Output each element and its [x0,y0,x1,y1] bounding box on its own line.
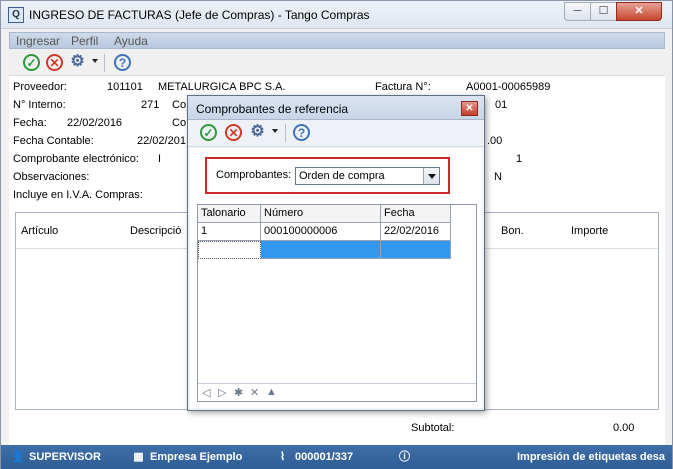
status-user: SUPERVISOR [29,451,101,463]
nav-prev-icon[interactable]: ◁ [202,386,210,399]
menu-ayuda[interactable]: Ayuda [114,34,148,48]
user-icon: 👤 [11,451,25,463]
fecha-label: Fecha: [13,117,47,129]
grid-new-row-numero[interactable] [261,241,381,259]
dialog-body: Comprobantes: Talonario Número Fecha 1 0… [190,148,482,408]
col-articulo: Artículo [21,225,59,237]
fecha-contable-label: Fecha Contable: [13,135,94,147]
toolbar-separator [104,54,105,72]
subtotal-label: Subtotal: [411,422,455,434]
ok-icon[interactable]: ✓ [23,54,40,71]
proveedor-name: METALURGICA BPC S.A. [158,81,286,93]
attachment-icon: ⌇ [279,451,286,463]
help-icon[interactable]: ? [114,54,131,71]
comprobantes-select[interactable]: Orden de compra [295,167,440,185]
partial-value-1: 01 [495,99,508,111]
dialog-help-icon[interactable]: ? [293,124,310,141]
menu-ingresar[interactable]: Ingresar [16,34,60,48]
grid-header-numero: Número [261,205,381,223]
grid-navigator: ◁ ▷ ✱ ✕ ▲ [198,383,476,401]
grid-cell-numero[interactable]: 000100000006 [261,223,381,241]
nav-next-icon[interactable]: ▷ [218,386,226,399]
main-toolbar: ✓ ✕ ⚙ ? [9,51,665,75]
col-descripcion: Descripció [130,225,182,237]
reference-grid[interactable]: Talonario Número Fecha 1 000100000006 22… [197,204,477,402]
fecha-contable-value: 22/02/201 [137,135,186,147]
observaciones-label: Observaciones: [13,171,90,183]
col-bon: Bon. [501,225,524,237]
subtotal-value: 0.00 [613,422,635,434]
status-counter: 000001/337 [295,451,354,463]
grid-new-row-fecha[interactable] [381,241,451,259]
factura-label: Factura N°: [375,81,431,93]
grid-header-fecha: Fecha [381,205,451,223]
nav-insert-icon[interactable]: ✱ [234,386,243,399]
company-icon: ▦ [133,451,144,463]
dialog-toolbar: ✓ ✕ ⚙ ? [188,121,484,147]
comprobante-electronico-value: I [158,153,162,165]
title-bar: Q INGRESO DE FACTURAS (Jefe de Compras) … [1,1,672,29]
dialog-title: Comprobantes de referencia [196,102,349,116]
minimize-button[interactable]: ─ [564,2,591,21]
menu-perfil[interactable]: Perfil [71,34,98,48]
factura-value: A0001-00065989 [466,81,551,93]
iva-label: Incluye en I.V.A. Compras: [13,189,143,201]
cancel-icon[interactable]: ✕ [46,54,63,71]
close-button[interactable]: ✕ [616,2,662,21]
maximize-button[interactable]: ☐ [590,2,617,21]
info-icon: ⓘ [399,451,410,463]
dialog-cancel-icon[interactable]: ✕ [225,124,242,141]
dialog-ok-icon[interactable]: ✓ [200,124,217,141]
grid-header-talonario: Talonario [198,205,261,223]
menu-bar: Ingresar Perfil Ayuda [9,32,665,49]
partial-value-3: 1 [516,153,523,165]
chevron-down-icon[interactable] [92,59,98,63]
fecha-right-label: Co [172,117,187,129]
interno-right-label: Co [172,99,187,111]
chevron-down-icon[interactable] [423,168,439,184]
nav-up-icon[interactable]: ▲ [266,386,277,398]
comprobantes-dialog: Comprobantes de referencia ✕ ✓ ✕ ⚙ ? Com… [187,95,485,411]
dialog-toolbar-separator [285,124,286,142]
status-company: Empresa Ejemplo [150,451,243,463]
window-title: INGRESO DE FACTURAS (Jefe de Compras) - … [29,8,370,22]
gear-icon[interactable]: ⚙ [69,54,86,71]
interno-label: N° Interno: [13,99,66,111]
partial-value-4: N [494,171,502,183]
status-bar: 👤 SUPERVISOR ▦ Empresa Ejemplo ⌇ 000001/… [1,445,672,469]
dialog-chevron-down-icon[interactable] [272,129,278,133]
status-message: Impresión de etiquetas desa [517,451,665,463]
dialog-close-button[interactable]: ✕ [461,101,478,116]
nav-delete-icon[interactable]: ✕ [250,386,259,399]
dialog-title-bar: Comprobantes de referencia ✕ [188,96,484,120]
comprobantes-select-value: Orden de compra [299,170,385,182]
comprobante-electronico-label: Comprobante electrónico: [13,153,139,165]
grid-cell-fecha[interactable]: 22/02/2016 [381,223,451,241]
col-importe: Importe [571,225,609,237]
interno-value: 271 [141,99,160,111]
proveedor-label: Proveedor: [13,81,67,93]
dialog-gear-icon[interactable]: ⚙ [249,124,266,141]
fecha-value: 22/02/2016 [67,117,123,129]
proveedor-code: 101101 [107,81,143,93]
comprobantes-label: Comprobantes: [216,169,292,181]
grid-cell-talonario[interactable]: 1 [198,223,261,241]
partial-value-2: .00 [487,135,503,147]
grid-new-row-talonario[interactable] [198,241,261,259]
app-icon: Q [8,7,24,23]
